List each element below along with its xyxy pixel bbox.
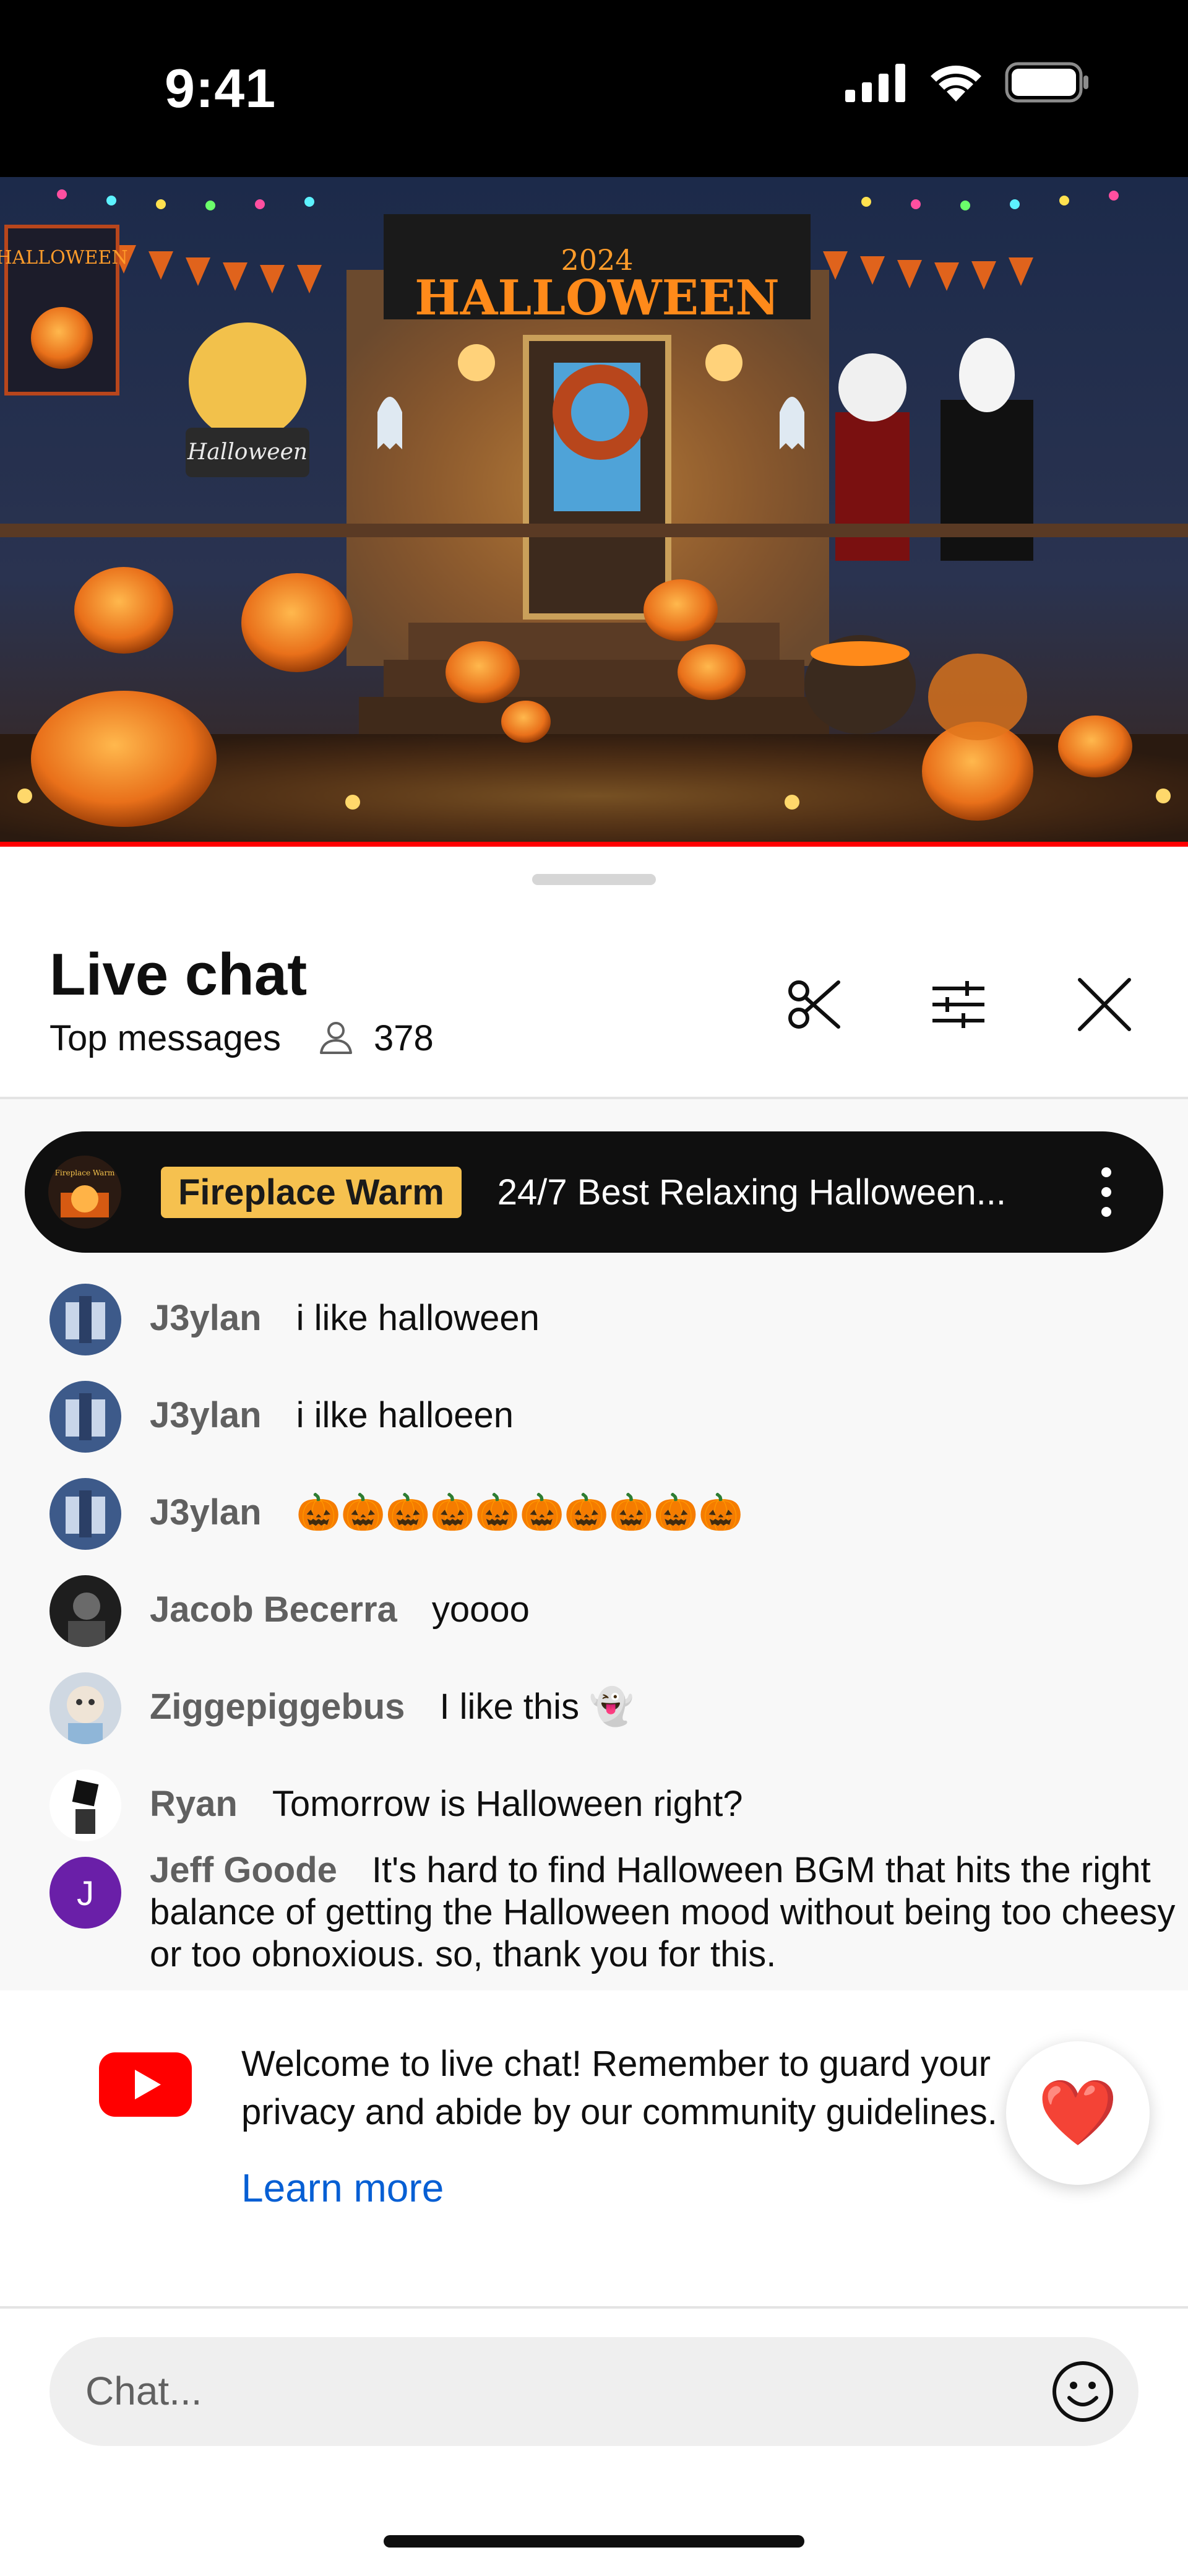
message-text: 🎃🎃🎃🎃🎃🎃🎃🎃🎃🎃 <box>296 1492 743 1532</box>
message-author[interactable]: J3ylan <box>150 1298 262 1338</box>
viewer-count: 378 <box>373 1018 434 1058</box>
chat-mode-label[interactable]: Top messages <box>50 1018 281 1059</box>
emoji-button[interactable] <box>1051 2359 1115 2424</box>
pinned-channel-avatar: Fireplace Warm <box>48 1156 121 1229</box>
j3ylan-avatar[interactable] <box>50 1284 121 1355</box>
ryan-avatar[interactable] <box>50 1770 121 1841</box>
chat-title: Live chat <box>50 941 308 1008</box>
heart-icon: ❤️ <box>1038 2077 1118 2149</box>
more-dot-icon <box>1101 1207 1111 1217</box>
close-icon <box>1078 978 1131 1031</box>
video-progress-bar[interactable] <box>0 842 1188 847</box>
input-divider <box>0 2306 1188 2309</box>
welcome-banner: Welcome to live chat! Remember to guard … <box>0 1990 1188 2300</box>
clip-button[interactable] <box>773 964 854 1045</box>
signal-icon <box>845 64 905 102</box>
message-author[interactable]: J3ylan <box>150 1395 262 1435</box>
video-frame: 2024 HALLOWEEN HALLOWEEN Halloween <box>0 177 1188 847</box>
status-icons <box>845 62 1089 103</box>
avatar-letter: J <box>77 1873 94 1913</box>
welcome-text: Welcome to live chat! Remember to guard … <box>241 2044 997 2132</box>
chat-message-list[interactable]: Fireplace Warm Fireplace Warm 24/7 Best … <box>0 1099 1188 1990</box>
chat-message[interactable]: J3ylan i like halloween <box>50 1284 540 1355</box>
wifi-icon <box>931 66 981 102</box>
status-time: 9:41 <box>165 58 277 119</box>
j3ylan-avatar[interactable] <box>50 1478 121 1550</box>
youtube-logo-icon <box>99 2052 192 2117</box>
jeff-goode-avatar[interactable]: J <box>50 1857 121 1929</box>
chat-input-placeholder[interactable]: Chat... <box>85 2368 202 2414</box>
message-author[interactable]: Ziggepiggebus <box>150 1687 405 1727</box>
filter-icon <box>932 981 984 1028</box>
clip-icon <box>788 980 840 1029</box>
chat-message[interactable]: J Jeff Goode It's hard to find Halloween … <box>50 1849 1188 1976</box>
sign-text: Halloween <box>187 439 308 465</box>
message-text: i ilke halloeen <box>296 1395 514 1435</box>
message-author[interactable]: Ryan <box>150 1784 238 1824</box>
message-text: i like halloween <box>296 1298 540 1338</box>
filter-button[interactable] <box>918 964 999 1045</box>
chat-message[interactable]: Jacob Becerra yoooo <box>50 1575 530 1647</box>
status-bar: 9:41 <box>0 0 1188 177</box>
message-text: Tomorrow is Halloween right? <box>272 1784 743 1824</box>
banner-flag-text: HALLOWEEN <box>0 247 128 269</box>
learn-more-link[interactable]: Learn more <box>241 2165 444 2211</box>
jacob-avatar[interactable] <box>50 1575 121 1647</box>
pinned-thumb-label: Fireplace Warm <box>55 1169 115 1177</box>
message-author[interactable]: J3ylan <box>150 1492 262 1532</box>
chat-message[interactable]: J3ylan i ilke halloeen <box>50 1381 514 1453</box>
banner-title: HALLOWEEN <box>415 270 780 326</box>
pinned-message[interactable]: Fireplace Warm Fireplace Warm 24/7 Best … <box>25 1131 1163 1253</box>
message-text: I like this 👻 <box>439 1687 634 1727</box>
drag-handle[interactable] <box>532 874 656 885</box>
chat-message[interactable]: Ziggepiggebus I like this 👻 <box>50 1672 634 1744</box>
chat-input[interactable]: Chat... <box>50 2337 1138 2446</box>
viewer-icon <box>319 1021 352 1054</box>
reaction-button[interactable]: ❤️ <box>1006 2041 1150 2185</box>
more-dot-icon <box>1101 1167 1111 1177</box>
ziggepiggebus-avatar[interactable] <box>50 1672 121 1744</box>
message-author[interactable]: Jeff Goode <box>150 1850 337 1890</box>
more-dot-icon <box>1101 1187 1111 1197</box>
video-player[interactable]: 2024 HALLOWEEN HALLOWEEN Halloween <box>0 177 1188 847</box>
live-chat-panel: Live chat Top messages 378 Fireplace War… <box>0 847 1188 2576</box>
chat-message[interactable]: Ryan Tomorrow is Halloween right? <box>50 1770 743 1841</box>
pinned-channel-badge: Fireplace Warm <box>161 1166 462 1218</box>
j3ylan-avatar[interactable] <box>50 1381 121 1453</box>
battery-icon <box>1005 62 1088 103</box>
emoji-icon <box>1052 2361 1113 2422</box>
chat-message[interactable]: J3ylan 🎃🎃🎃🎃🎃🎃🎃🎃🎃🎃 <box>50 1478 743 1550</box>
pinned-more-button[interactable] <box>1099 1167 1114 1217</box>
pinned-message-text: 24/7 Best Relaxing Halloween... <box>497 1172 1006 1212</box>
message-text: yoooo <box>431 1589 530 1630</box>
chat-mode-row[interactable]: Top messages 378 <box>50 1018 434 1059</box>
close-button[interactable] <box>1064 964 1145 1045</box>
home-indicator[interactable] <box>384 2535 804 2548</box>
message-author[interactable]: Jacob Becerra <box>150 1589 397 1630</box>
